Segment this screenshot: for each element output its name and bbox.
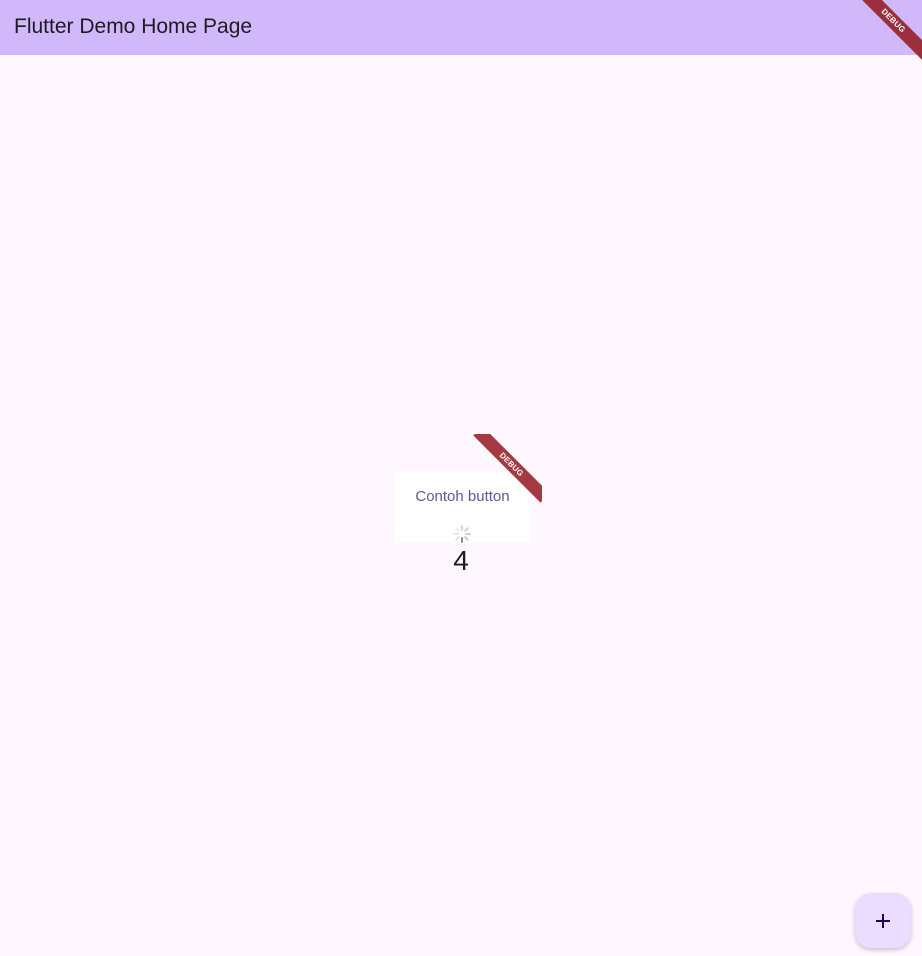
nested-debug-banner: DEBUG bbox=[472, 434, 542, 504]
increment-fab[interactable] bbox=[855, 893, 911, 948]
counter-value: 4 bbox=[453, 545, 469, 576]
flutter-app: Flutter Demo Home Page DEBUG Contoh butt… bbox=[0, 0, 922, 956]
nested-debug-banner-label: DEBUG bbox=[473, 434, 542, 503]
page-title: Flutter Demo Home Page bbox=[14, 15, 253, 38]
app-bar: Flutter Demo Home Page DEBUG bbox=[0, 0, 922, 69]
spinner-icon bbox=[453, 525, 471, 543]
content-area: Contoh button DEBUG bbox=[395, 434, 542, 543]
debug-banner-label: DEBUG bbox=[845, 0, 922, 69]
debug-banner: DEBUG bbox=[842, 0, 922, 80]
plus-icon bbox=[876, 914, 890, 928]
